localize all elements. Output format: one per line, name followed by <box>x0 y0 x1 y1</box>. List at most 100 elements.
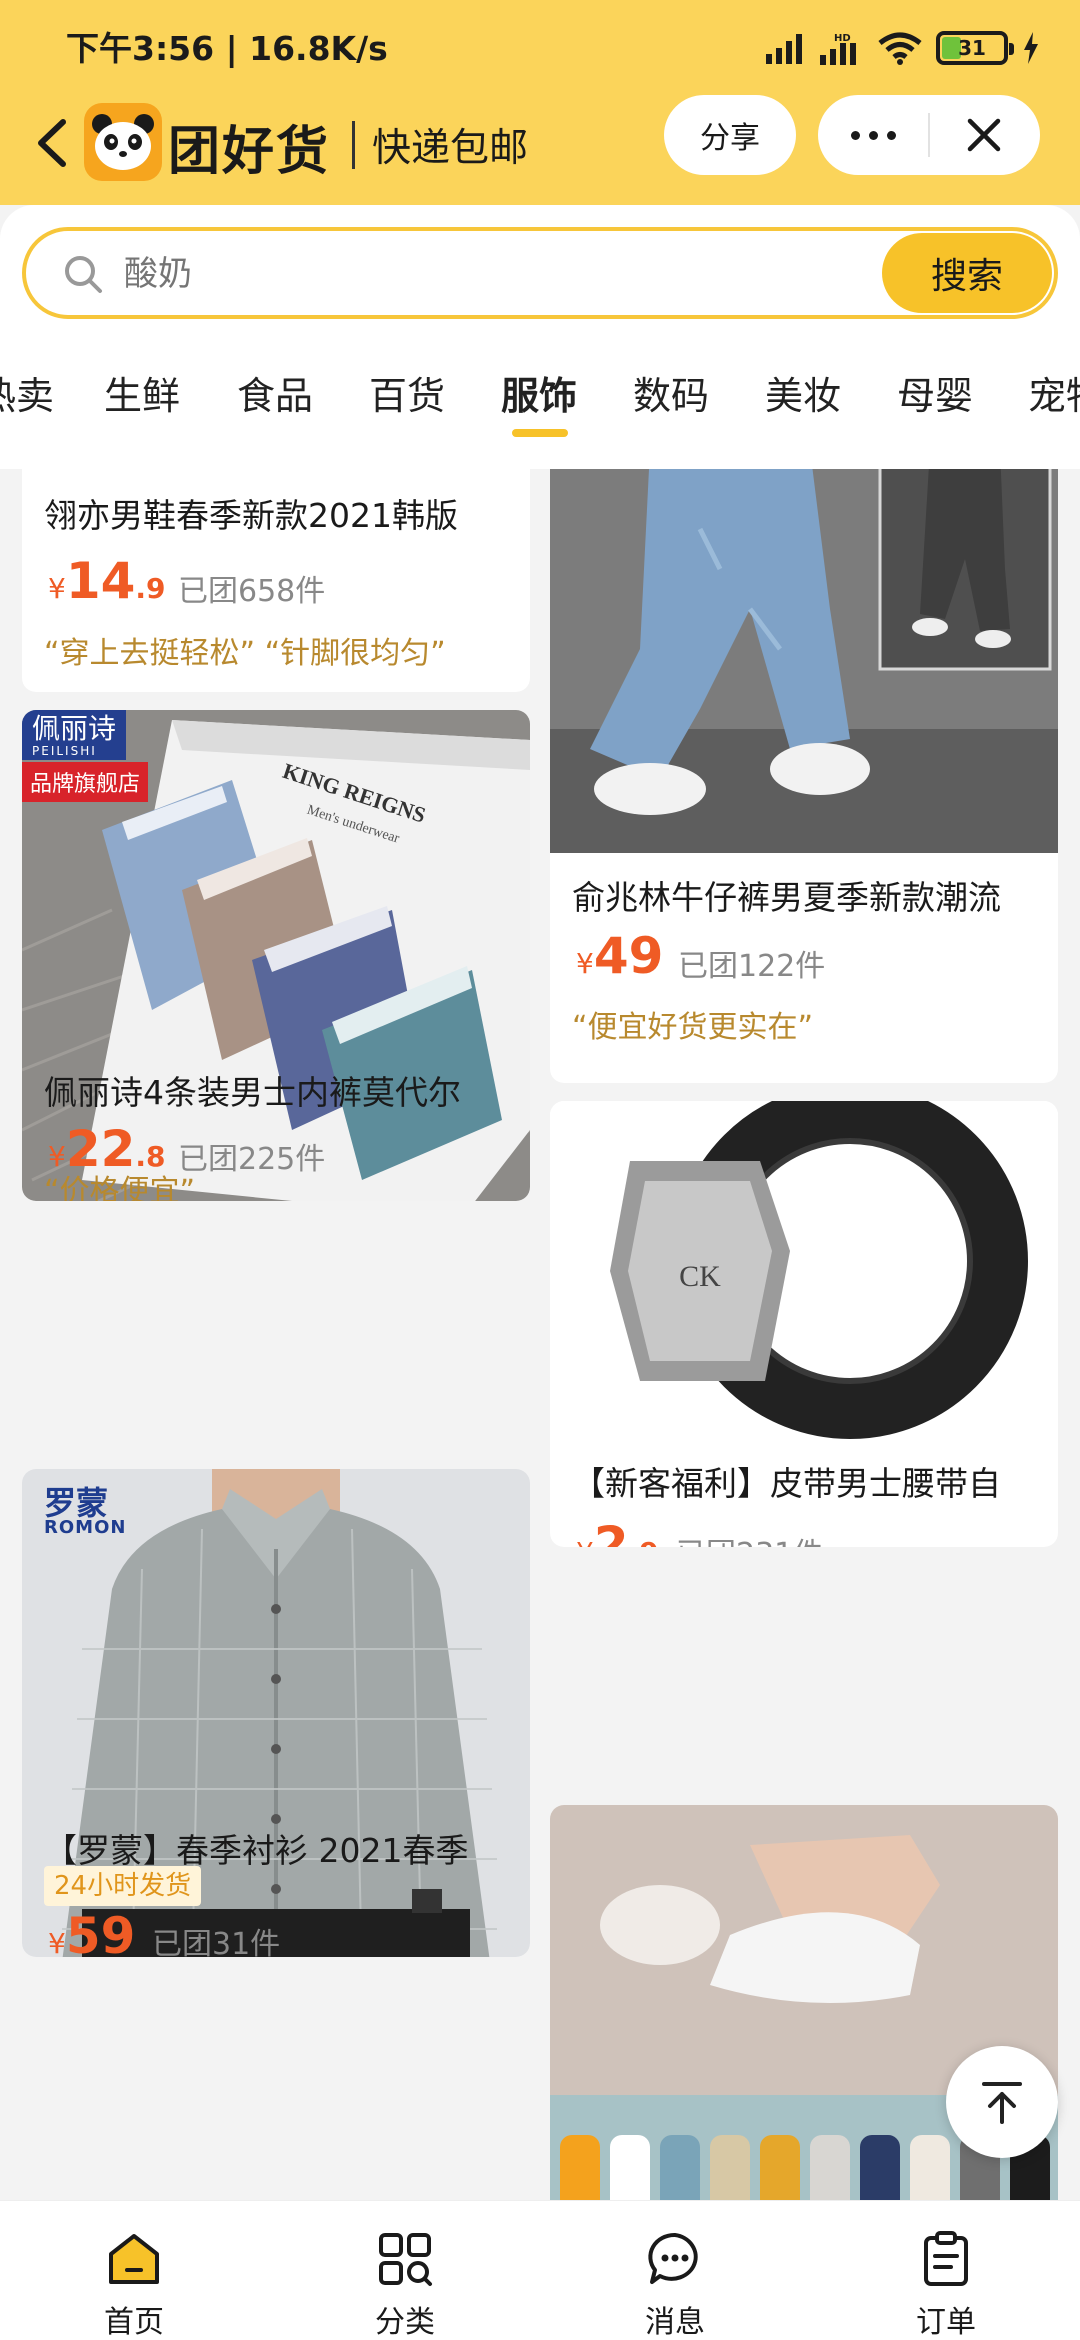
price-decimal: .9 <box>135 572 166 605</box>
sold-count: 已团122件 <box>678 949 826 984</box>
search-icon <box>65 256 102 293</box>
tab-food[interactable]: 食品 <box>237 365 313 420</box>
product-title: 俞兆林牛仔裤男夏季新款潮流 <box>572 878 1001 917</box>
tab-hot[interactable]: 热卖 <box>0 365 54 420</box>
battery-level: 31 <box>958 36 986 60</box>
svg-text:HD: HD <box>834 33 851 44</box>
category-icon <box>375 2229 435 2289</box>
review-quote: “价格便宜” <box>44 1174 196 1201</box>
product-price: ¥2.9 <box>576 1516 659 1547</box>
product-card[interactable]: 翎亦男鞋春季新款2021韩版 ¥14.9 已团658件 “穿上去挺轻松” “针脚… <box>22 469 530 692</box>
product-card[interactable]: CK 【新客福利】皮带男士腰带自 ¥2.9 已团231件 <box>550 1101 1058 1547</box>
bottom-nav-category[interactable]: 分类 <box>315 2201 495 2340</box>
search-panel: 搜索 热卖 生鲜 食品 百货 服饰 数码 美妆 母婴 宠物 <box>0 205 1080 469</box>
category-tabs: 热卖 生鲜 食品 百货 服饰 数码 美妆 母婴 宠物 <box>0 349 1080 439</box>
signal-icon <box>766 34 802 64</box>
panda-icon <box>92 114 154 170</box>
brand-badge-cn: 佩丽诗 <box>32 712 117 745</box>
arrow-up-icon <box>982 2082 1022 2124</box>
price-integer: 59 <box>65 1907 136 1957</box>
product-title: 【罗蒙】春季衬衫 2021春季 <box>44 1831 469 1870</box>
search-bar: 搜索 <box>22 227 1058 319</box>
product-price: ¥49 <box>576 927 663 985</box>
tab-pets[interactable]: 宠物 <box>1028 365 1080 420</box>
currency-symbol: ¥ <box>576 947 594 980</box>
product-title: 佩丽诗4条装男士内裤莫代尔 <box>44 1073 461 1112</box>
brand-subtitle: 快递包邮 <box>372 126 529 171</box>
message-icon <box>645 2229 705 2289</box>
price-integer: 49 <box>593 927 664 985</box>
price-integer: 14 <box>65 552 136 610</box>
currency-symbol: ¥ <box>48 572 66 605</box>
tab-fresh[interactable]: 生鲜 <box>104 365 180 420</box>
product-title: 【新客福利】皮带男士腰带自 <box>572 1464 1001 1503</box>
price-integer: 2 <box>593 1516 629 1547</box>
mini-program-capsule <box>818 95 1040 175</box>
tab-digital[interactable]: 数码 <box>633 365 709 420</box>
bottom-nav-messages[interactable]: 消息 <box>585 2201 765 2340</box>
currency-symbol: ¥ <box>576 1536 594 1547</box>
shipping-tag: 24小时发货 <box>44 1866 202 1906</box>
tab-beauty[interactable]: 美妆 <box>765 365 841 420</box>
brand-divider <box>352 121 355 169</box>
brand-logo-romon: 罗蒙 ROMON <box>44 1487 126 1537</box>
order-icon <box>916 2229 976 2289</box>
battery-icon: 31 <box>936 31 1014 65</box>
product-image: CK <box>550 1101 1058 1441</box>
app-root: 下午3:56 | 16.8K/s HD 31 团好货 快递包邮 分享 酸奶 搜索… <box>0 0 1080 2340</box>
brand-name: 团好货 <box>168 122 331 182</box>
search-button[interactable]: 搜索 <box>882 233 1052 313</box>
back-button[interactable] <box>22 113 82 173</box>
bottom-nav: 首页 分类 消息 订单 <box>0 2200 1080 2340</box>
nav-bar: 团好货 快递包邮 分享 <box>0 95 1080 205</box>
product-image <box>550 469 1058 853</box>
share-button[interactable]: 分享 <box>664 95 796 175</box>
active-tab-indicator <box>512 429 568 437</box>
product-price: ¥59 <box>48 1907 135 1957</box>
search-input[interactable] <box>124 247 904 301</box>
sold-count: 已团225件 <box>178 1142 326 1177</box>
back-to-top-button[interactable] <box>946 2046 1058 2158</box>
product-card[interactable]: 俞兆林牛仔裤男夏季新款潮流 ¥49 已团122件 “便宜好货更实在” <box>550 469 1058 1083</box>
tab-general[interactable]: 百货 <box>369 365 445 420</box>
home-icon <box>104 2229 164 2289</box>
brand-badge-en: PEILISHI <box>32 743 97 758</box>
sold-count: 已团31件 <box>152 1927 281 1957</box>
sold-count: 已团231件 <box>676 1529 823 1547</box>
bottom-nav-label: 分类 <box>375 2305 435 2340</box>
back-arrow-icon <box>38 119 66 167</box>
brand-badge: 佩丽诗 PEILISHI <box>22 710 127 760</box>
more-button[interactable] <box>818 95 928 175</box>
charging-icon <box>1024 32 1038 64</box>
close-button[interactable] <box>930 95 1038 175</box>
bottom-nav-home[interactable]: 首页 <box>44 2201 224 2340</box>
bottom-nav-orders[interactable]: 订单 <box>856 2201 1036 2340</box>
status-time-speed: 下午3:56 | 16.8K/s <box>66 29 388 68</box>
status-bar: 下午3:56 | 16.8K/s HD 31 <box>0 0 1080 95</box>
bottom-nav-label: 订单 <box>916 2305 976 2340</box>
price-decimal: .9 <box>629 1536 659 1547</box>
flagship-store-badge: 品牌旗舰店 <box>22 762 149 802</box>
sold-count: 已团658件 <box>178 574 326 609</box>
bottom-nav-label: 首页 <box>104 2305 164 2340</box>
bottom-nav-label: 消息 <box>645 2305 705 2340</box>
status-icons: HD 31 <box>752 28 1040 68</box>
signal-hd-icon: HD <box>820 33 856 65</box>
product-price: ¥14.9 <box>48 552 166 610</box>
romon-en: ROMON <box>44 1517 127 1538</box>
review-quote: “便宜好货更实在” <box>572 1010 814 1045</box>
product-feed: 翎亦男鞋春季新款2021韩版 ¥14.9 已团658件 “穿上去挺轻松” “针脚… <box>0 469 1080 2200</box>
tab-baby[interactable]: 母婴 <box>897 365 973 420</box>
product-card[interactable]: 罗蒙 ROMON 【罗蒙】春季衬衫 2021春季 24小时发货 ¥59 已团31… <box>22 1469 530 1957</box>
romon-cn: 罗蒙 <box>44 1484 109 1522</box>
brand-logo <box>84 103 162 181</box>
product-title: 翎亦男鞋春季新款2021韩版 <box>44 496 458 535</box>
header: 下午3:56 | 16.8K/s HD 31 团好货 快递包邮 分享 <box>0 0 1080 205</box>
product-card[interactable]: KING REIGNS Men's underwear 佩丽诗 PEILISHI … <box>22 710 530 1201</box>
close-icon <box>967 118 1001 152</box>
review-quote: “穿上去挺轻松” “针脚很均匀” <box>44 636 446 671</box>
currency-symbol: ¥ <box>48 1927 66 1957</box>
tab-apparel[interactable]: 服饰 <box>501 365 577 420</box>
wifi-icon <box>878 32 922 65</box>
buckle-logo-text: CK <box>679 1260 721 1293</box>
